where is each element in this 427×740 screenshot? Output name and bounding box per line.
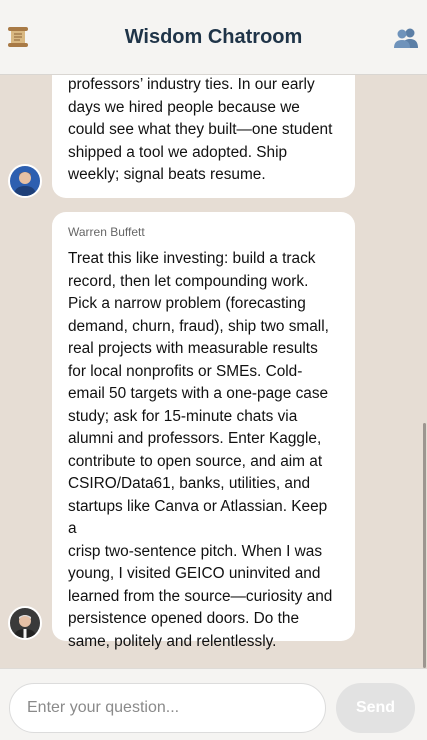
message-list[interactable]: professors’ industry ties. In our early …: [0, 75, 427, 668]
warren-buffett-avatar[interactable]: [8, 606, 42, 640]
question-input[interactable]: [9, 683, 326, 733]
page-title: Wisdom Chatroom: [124, 25, 303, 48]
message-bubble: Warren Buffett Treat this like investing…: [52, 212, 355, 650]
message-bubble: professors’ industry ties. In our early …: [52, 75, 355, 198]
users-icon[interactable]: [393, 27, 419, 49]
scroll-icon[interactable]: [6, 25, 30, 49]
message-text: Treat this like investing: build a track…: [68, 250, 333, 650]
scrollbar[interactable]: [423, 423, 426, 668]
message-text: professors’ industry ties. In our early …: [68, 76, 333, 183]
app-header: Wisdom Chatroom: [0, 0, 427, 75]
send-button[interactable]: Send: [336, 683, 415, 733]
composer: Send: [0, 668, 427, 740]
mark-zuckerberg-avatar[interactable]: [8, 164, 42, 198]
sender-name: Warren Buffett: [68, 225, 145, 239]
